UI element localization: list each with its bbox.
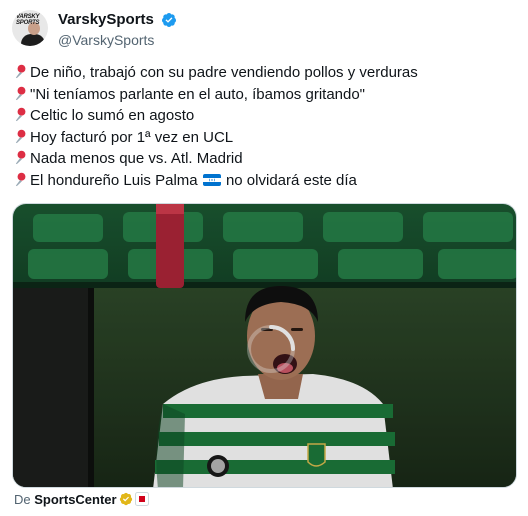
- tweet-text: De niño, trabajó con su padre vendiendo …: [14, 62, 514, 191]
- tweet-line-text: De niño, trabajó con su padre vendiendo …: [30, 64, 418, 81]
- avatar-person-body: [21, 34, 45, 46]
- handle[interactable]: @VarskySports: [58, 32, 177, 48]
- pushpin-icon: [15, 86, 26, 100]
- verified-icon: [162, 12, 177, 27]
- tweet-line: "Ni teníamos parlante en el auto, íbamos…: [14, 84, 514, 106]
- pushpin-icon: [15, 107, 26, 122]
- tweet-line: Celtic lo sumó en agosto: [14, 105, 514, 127]
- gold-verified-icon: [119, 492, 132, 506]
- attribution: De SportsCenter: [14, 492, 149, 507]
- source-link[interactable]: SportsCenter: [34, 492, 116, 507]
- espn-badge-icon: [134, 492, 149, 506]
- tweet-line: El hondureño Luis Palma no olvidará este…: [14, 170, 514, 192]
- video-frame: [13, 204, 516, 487]
- pushpin-icon: [15, 129, 26, 143]
- tweet-line: Nada menos que vs. Atl. Madrid: [14, 148, 514, 170]
- tweet-line: Hoy facturó por 1ª vez en UCL: [14, 127, 514, 149]
- tweet-header: VARSKY SPORTS VarskySports @VarskySports: [12, 10, 512, 50]
- tweet-line-text: Nada menos que vs. Atl. Madrid: [30, 150, 243, 167]
- tweet-line: De niño, trabajó con su padre vendiendo …: [14, 62, 514, 84]
- pushpin-icon: [15, 172, 26, 186]
- attribution-prefix: De: [14, 492, 31, 507]
- pushpin-icon: [15, 150, 26, 165]
- tweet-line-text: no olvidará este día: [225, 171, 357, 189]
- display-name[interactable]: VarskySports: [58, 11, 154, 28]
- honduras-flag-icon: [202, 173, 221, 186]
- tweet-line-text: Celtic lo sumó en agosto: [30, 107, 195, 124]
- avatar[interactable]: VARSKY SPORTS: [12, 10, 48, 46]
- tweet-line-text: El hondureño Luis Palma: [30, 171, 198, 189]
- tweet-line-text: Hoy facturó por 1ª vez en UCL: [30, 128, 234, 146]
- avatar-logo: VARSKY SPORTS: [16, 14, 40, 26]
- pushpin-icon: [15, 64, 26, 79]
- video-player[interactable]: [12, 203, 517, 488]
- tweet-line-text: "Ni teníamos parlante en el auto, íbamos…: [30, 85, 366, 103]
- author-names: VarskySports @VarskySports: [58, 11, 177, 48]
